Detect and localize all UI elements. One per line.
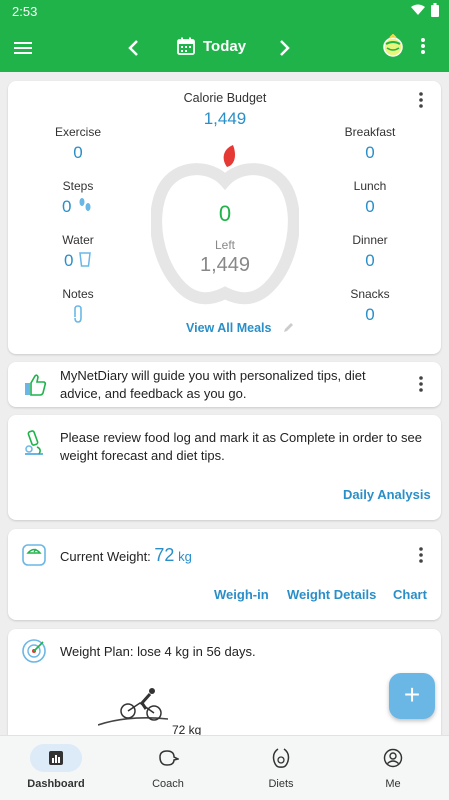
microscope-icon [25,430,43,455]
coach-icon [159,750,179,766]
diets-icon [272,748,290,768]
battery-icon [431,3,439,17]
tab-dashboard[interactable]: Dashboard [11,744,101,790]
status-icons [411,3,439,17]
weight-details-button[interactable]: Weight Details [287,587,376,602]
tip-overflow-icon[interactable] [417,375,425,393]
tab-diets[interactable]: Diets [236,744,326,790]
wifi-icon [411,4,425,15]
review-text: Please review food log and mark it as Co… [60,430,423,463]
water-value: 0 [64,251,74,270]
paperclip-icon[interactable] [72,305,84,323]
tab-me[interactable]: Me [348,744,438,790]
exercise-label: Exercise [54,125,101,139]
tab-coach-label: Coach [152,778,184,790]
profile-icon [383,748,403,768]
calorie-budget-value[interactable]: 1,449 [175,109,275,129]
notes-label: Notes [62,287,94,301]
water-glass-icon [79,252,91,267]
review-food-log-card: Please review food log and mark it as Co… [8,415,441,520]
add-fab-button[interactable]: + [389,673,435,719]
steps-item[interactable]: 0 [62,197,102,217]
weigh-in-button[interactable]: Weigh-in [214,587,269,602]
calories-left-value: 0 [218,201,232,226]
status-time: 2:53 [12,4,38,19]
snacks-value[interactable]: 0 [320,305,420,325]
pencil-icon [283,323,293,332]
current-weight-card: Current Weight: 72 kg Weigh-in Weight De… [8,529,441,620]
current-weight-label: Current Weight: [60,549,151,564]
thumbs-up-icon [25,374,47,396]
footprints-icon [79,198,91,211]
app-bar: Today [0,24,449,72]
app-logo-icon[interactable] [381,34,405,58]
tab-dashboard-label: Dashboard [27,778,85,790]
calorie-budget-card: Calorie Budget 1,449 0 Left 1,449 Exerci… [8,81,441,354]
calorie-budget-title: Calorie Budget [183,91,267,105]
weight-plan-text: Weight Plan: lose 4 kg in 56 days. [60,644,256,659]
hamburger-menu-icon[interactable] [13,38,33,58]
guide-tip-card: MyNetDiary will guide you with personali… [8,362,441,407]
calendar-icon[interactable] [177,37,195,55]
calories-left-amount: 1,449 [199,254,251,276]
water-item[interactable]: 0 [64,251,104,271]
guide-tip-text: MyNetDiary will guide you with personali… [60,368,366,401]
next-day-icon[interactable] [274,36,294,60]
overflow-menu-icon[interactable] [420,36,426,56]
date-title[interactable]: Today [203,38,246,55]
steps-value: 0 [62,197,72,216]
previous-day-icon[interactable] [124,36,144,60]
steps-label: Steps [62,179,94,193]
calories-left-label: Left [214,238,235,252]
tab-me-label: Me [385,778,401,790]
weight-overflow-icon[interactable] [417,546,425,564]
current-weight-row[interactable]: Current Weight: 72 kg [60,545,192,566]
breakfast-label: Breakfast [344,125,396,139]
current-weight-value: 72 [154,545,175,565]
lunch-label: Lunch [353,179,387,193]
lunch-value[interactable]: 0 [320,197,420,217]
daily-analysis-link[interactable]: Daily Analysis [343,487,431,502]
bottom-navigation: Dashboard Coach Diets Me [0,735,449,800]
cyclist-icon [98,688,168,726]
current-weight-unit: kg [178,549,192,564]
water-label: Water [62,233,94,247]
tab-diets-label: Diets [268,778,294,790]
chart-button[interactable]: Chart [393,587,427,602]
snacks-label: Snacks [350,287,390,301]
dinner-value[interactable]: 0 [320,251,420,271]
tab-coach[interactable]: Coach [123,744,213,790]
scale-icon [22,544,46,566]
exercise-value[interactable]: 0 [28,143,128,163]
dashboard-icon [49,751,63,765]
dinner-label: Dinner [352,233,388,247]
target-icon [22,639,46,663]
card-overflow-icon[interactable] [417,91,425,109]
status-bar: 2:53 [0,0,449,24]
view-all-meals-link[interactable]: View All Meals [186,321,295,335]
view-all-meals-label: View All Meals [186,321,272,335]
breakfast-value[interactable]: 0 [320,143,420,163]
